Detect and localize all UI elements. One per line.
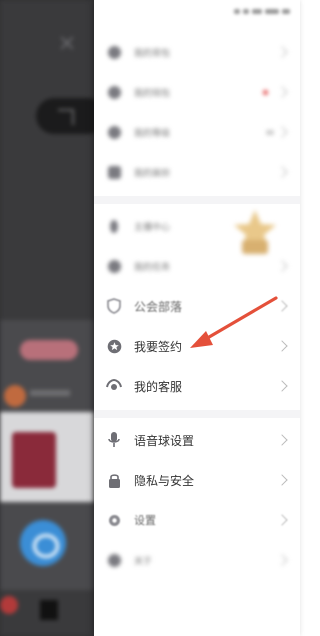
menu-item-label: 关于 [134,556,153,567]
chevron-right-icon [276,46,288,58]
red-dot-badge [263,89,268,95]
bolt-icon [106,218,122,234]
menu-item-label: 我的等级 [134,128,171,139]
mic-icon [106,432,122,448]
menu-item-label: 隐私与安全 [134,473,195,488]
menu-item-label: 语音球设置 [134,433,195,448]
menu-item-label: 我的装扮 [134,168,171,179]
side-drawer: 我的背包 我的钱包 我的等级 我的装扮 主播中心 我的任务 公会部落 我要签约 … [94,0,300,636]
headset-icon [106,378,122,394]
chevron-right-icon [276,300,288,312]
menu-item-backpack[interactable]: 我的背包 [94,32,300,72]
chevron-right-icon [276,554,288,566]
section-divider [94,410,300,418]
shield-icon [106,298,122,314]
section-divider [94,196,300,204]
menu-item-customer-service[interactable]: 我的客服 [94,366,300,406]
menu-item-privacy-security[interactable]: 隐私与安全 [94,460,300,500]
chevron-right-icon [276,166,288,178]
chevron-right-icon [276,260,288,272]
info-icon [106,552,122,568]
chevron-right-icon [276,514,288,526]
menu-item-settings[interactable]: 设置 [94,500,300,540]
star-icon [106,338,122,354]
menu-item-sign-contract[interactable]: 我要签约 [94,326,300,366]
menu-item-label: 我的客服 [134,379,183,394]
menu-item-label: 设置 [134,514,156,527]
menu-item-guild[interactable]: 公会部落 [94,286,300,326]
chevron-right-icon [276,434,288,446]
chevron-right-icon [276,340,288,352]
circle-icon [106,258,122,274]
status-bar [234,6,290,16]
menu-item-wallet[interactable]: 我的钱包 [94,72,300,112]
avatar [4,385,26,407]
background-app [0,0,94,636]
chevron-right-icon [276,474,288,486]
menu-item-label: 我的钱包 [134,88,171,99]
close-icon [60,36,74,50]
gear-icon [106,512,122,528]
tv-icon [106,164,122,180]
play-button [36,98,94,134]
circle-icon [106,84,122,100]
lock-icon [106,472,122,488]
chevron-right-icon [276,86,288,98]
menu-item-label: 公会部落 [134,299,183,314]
menu-item-label: 主播中心 [134,222,171,233]
chevron-right-icon [276,126,288,138]
menu-item-label: 我要签约 [134,339,183,354]
menu-item-voice-ball-settings[interactable]: 语音球设置 [94,420,300,460]
menu-item-label: 我的背包 [134,48,171,59]
trophy-sticker-icon [228,206,282,260]
circle-icon [106,124,122,140]
menu-item-about[interactable]: 关于 [94,540,300,580]
chevron-right-icon [276,380,288,392]
menu-item-level[interactable]: 我的等级 [94,112,300,152]
menu-item-dressup[interactable]: 我的装扮 [94,152,300,192]
circle-icon [106,44,122,60]
menu-item-label: 我的任务 [134,262,171,273]
